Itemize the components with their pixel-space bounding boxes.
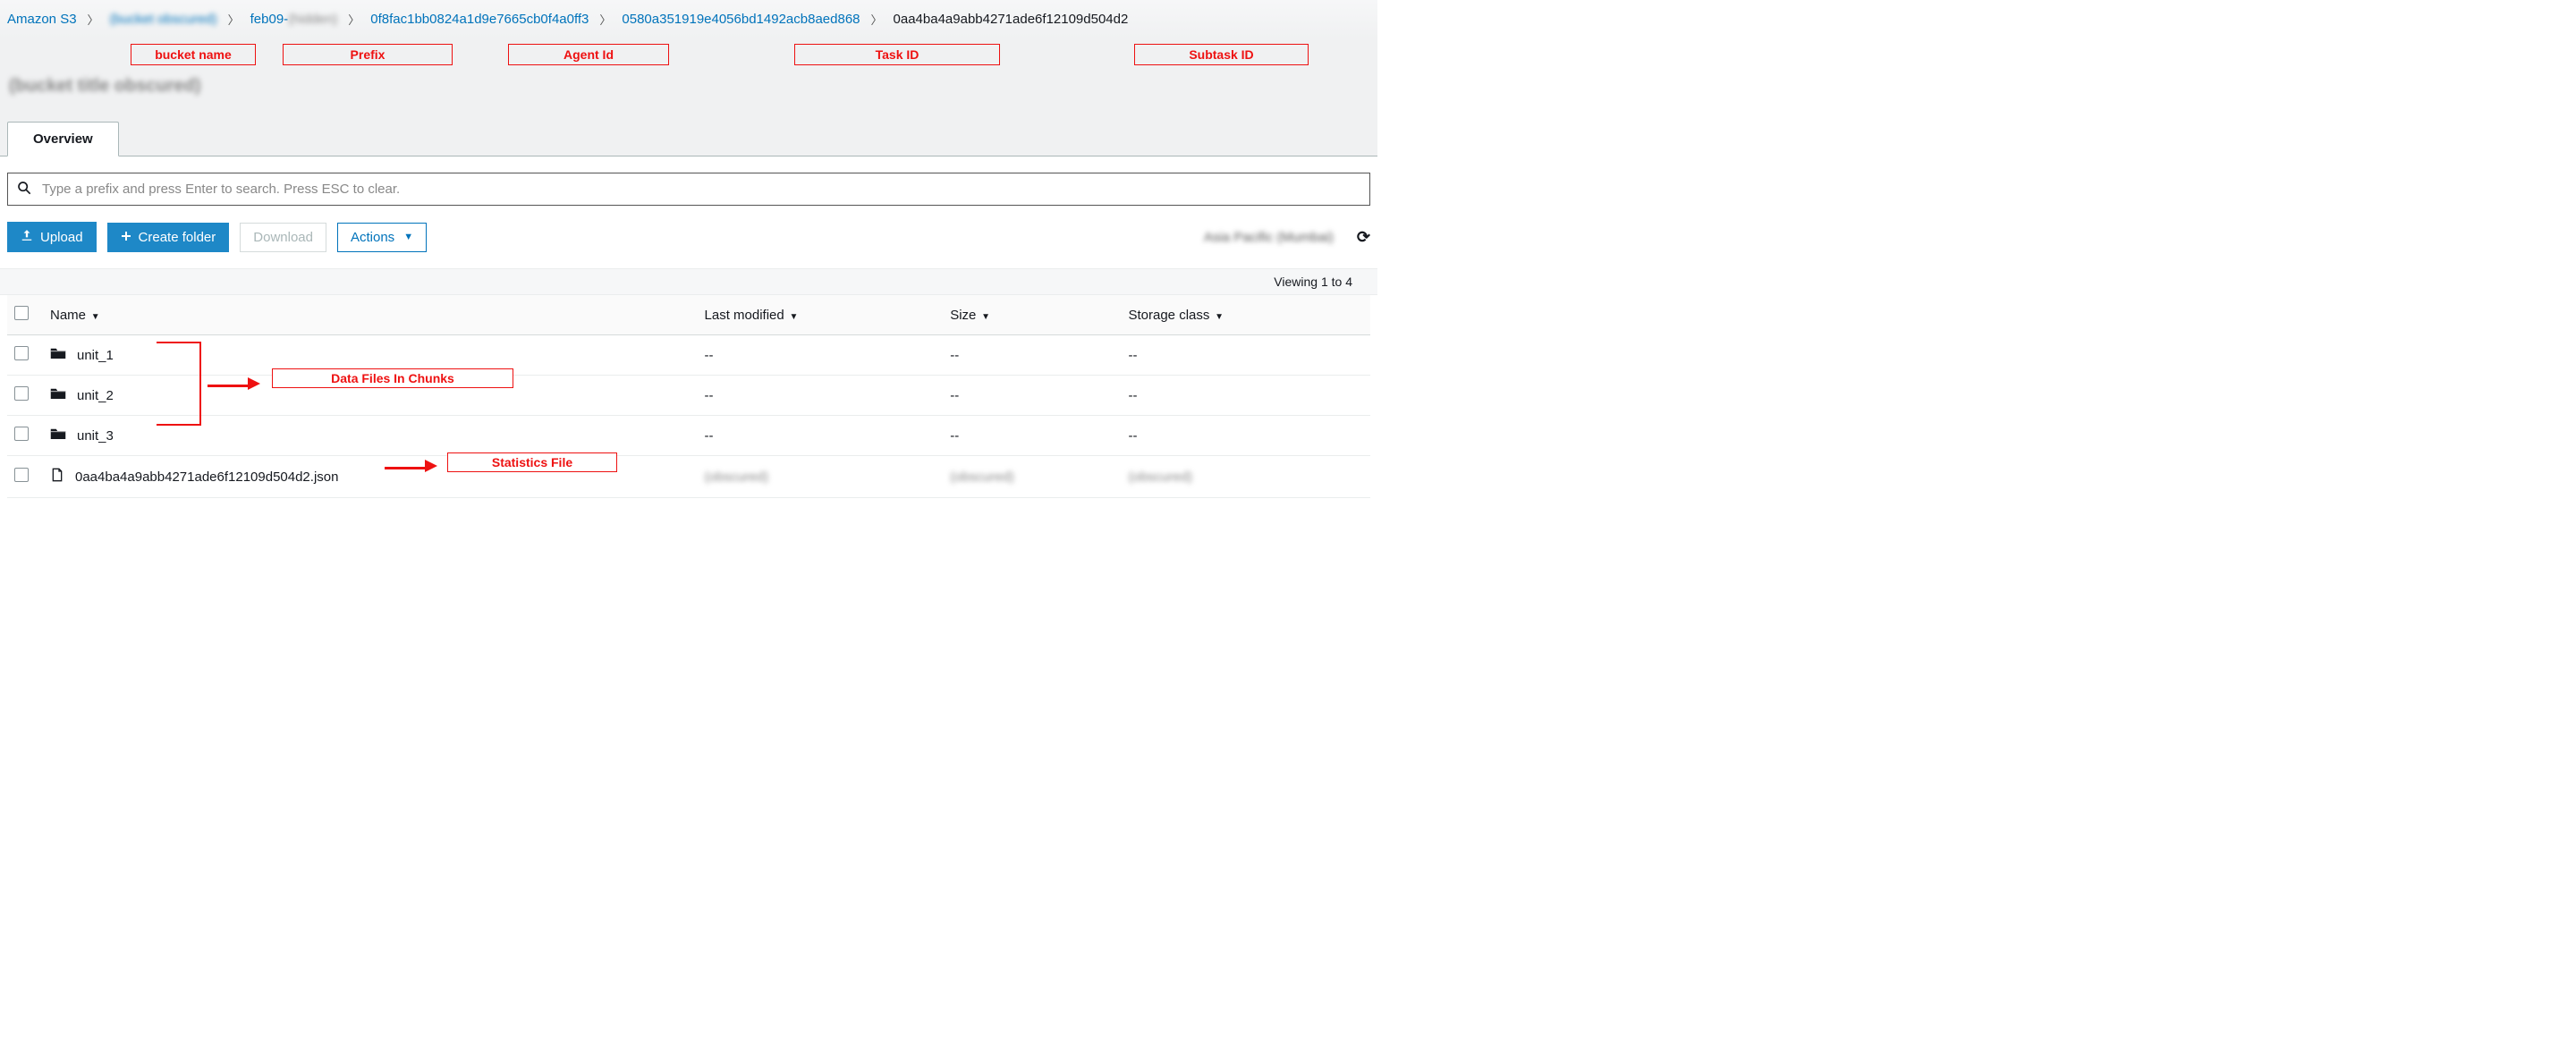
folder-icon <box>50 386 66 404</box>
search-input[interactable] <box>42 182 1360 197</box>
file-icon <box>50 467 64 486</box>
chevron-right-icon: 〉 <box>599 11 611 28</box>
sort-icon: ▼ <box>787 312 799 322</box>
actions-label: Actions <box>351 230 394 245</box>
cell-last-modified: (obscured) <box>698 456 944 498</box>
sort-icon: ▼ <box>1212 312 1224 322</box>
breadcrumb: Amazon S3 〉 (bucket obscured) 〉 feb09-(h… <box>0 0 1377 38</box>
chevron-right-icon: 〉 <box>871 11 883 28</box>
object-name[interactable]: 0aa4ba4a9abb4271ade6f12109d504d2.json <box>75 469 338 485</box>
breadcrumb-prefix[interactable]: feb09-(hidden) <box>250 12 338 27</box>
search-icon <box>17 181 31 198</box>
cell-last-modified: -- <box>698 416 944 456</box>
refresh-icon[interactable]: ⟳ <box>1357 228 1370 247</box>
breadcrumb-bucket[interactable]: (bucket obscured) <box>110 12 217 27</box>
sort-icon: ▼ <box>979 312 990 322</box>
table-row[interactable]: unit_3------ <box>7 416 1370 456</box>
download-button: Download <box>240 223 326 252</box>
annotation-data-chunks: Data Files In Chunks <box>272 368 513 388</box>
upload-icon <box>21 229 33 245</box>
cell-size: -- <box>943 376 1121 416</box>
upload-button[interactable]: Upload <box>7 222 97 252</box>
column-size[interactable]: Size ▼ <box>943 295 1121 335</box>
plus-icon <box>121 230 131 245</box>
cell-storage-class: (obscured) <box>1121 456 1370 498</box>
object-name[interactable]: unit_2 <box>77 388 114 403</box>
table-row[interactable]: unit_1------ <box>7 335 1370 376</box>
row-checkbox[interactable] <box>14 346 29 360</box>
annotation-arrow <box>208 376 260 390</box>
annotation-agent: Agent Id <box>508 44 669 65</box>
chevron-right-icon: 〉 <box>88 11 99 28</box>
region-label: Asia Pacific (Mumbai) <box>1204 230 1334 245</box>
row-checkbox[interactable] <box>14 386 29 401</box>
column-name[interactable]: Name ▼ <box>43 295 698 335</box>
object-name[interactable]: unit_3 <box>77 428 114 444</box>
annotation-arrow <box>385 458 437 472</box>
breadcrumb-subtask-id: 0aa4ba4a9abb4271ade6f12109d504d2 <box>894 12 1129 27</box>
column-storage-class[interactable]: Storage class ▼ <box>1121 295 1370 335</box>
row-checkbox[interactable] <box>14 468 29 482</box>
breadcrumb-prefix-hidden: (hidden) <box>288 12 337 27</box>
chevron-right-icon: 〉 <box>228 11 240 28</box>
cell-storage-class: -- <box>1121 376 1370 416</box>
annotation-task: Task ID <box>794 44 1000 65</box>
toolbar: Upload Create folder Download Actions ▼ … <box>0 222 1377 268</box>
breadcrumb-prefix-visible: feb09- <box>250 12 289 27</box>
cell-size: -- <box>943 416 1121 456</box>
cell-last-modified: -- <box>698 335 944 376</box>
table-row[interactable]: 0aa4ba4a9abb4271ade6f12109d504d2.json (ob… <box>7 456 1370 498</box>
annotation-statistics-file: Statistics File <box>447 452 617 472</box>
chevron-down-icon: ▼ <box>403 232 413 242</box>
annotation-bracket <box>157 342 201 426</box>
upload-label: Upload <box>40 230 83 245</box>
annotation-row: bucket name Prefix Agent Id Task ID Subt… <box>0 38 1377 76</box>
annotation-bucket: bucket name <box>131 44 256 65</box>
breadcrumb-agent-id[interactable]: 0f8fac1bb0824a1d9e7665cb0f4a0ff3 <box>370 12 589 27</box>
actions-button[interactable]: Actions ▼ <box>337 223 427 252</box>
breadcrumb-root[interactable]: Amazon S3 <box>7 12 77 27</box>
annotation-subtask: Subtask ID <box>1134 44 1309 65</box>
object-name[interactable]: unit_1 <box>77 348 114 363</box>
chevron-right-icon: 〉 <box>348 11 360 28</box>
create-folder-label: Create folder <box>139 230 216 245</box>
cell-size: -- <box>943 335 1121 376</box>
folder-icon <box>50 346 66 364</box>
column-last-modified[interactable]: Last modified ▼ <box>698 295 944 335</box>
viewing-count: Viewing 1 to 4 <box>0 268 1377 295</box>
cell-storage-class: -- <box>1121 416 1370 456</box>
select-all-checkbox[interactable] <box>14 306 29 320</box>
sort-icon: ▼ <box>89 312 100 322</box>
breadcrumb-task-id[interactable]: 0580a351919e4056bd1492acb8aed868 <box>622 12 860 27</box>
object-table: Name ▼ Last modified ▼ Size ▼ Storage cl… <box>7 295 1370 498</box>
cell-size: (obscured) <box>943 456 1121 498</box>
tabs: Overview <box>0 122 1377 156</box>
cell-last-modified: -- <box>698 376 944 416</box>
folder-icon <box>50 427 66 444</box>
tab-overview[interactable]: Overview <box>7 122 119 156</box>
search-bar <box>7 173 1370 206</box>
row-checkbox[interactable] <box>14 427 29 441</box>
cell-storage-class: -- <box>1121 335 1370 376</box>
page-title: (bucket title obscured) <box>9 76 200 96</box>
create-folder-button[interactable]: Create folder <box>107 223 230 252</box>
annotation-prefix: Prefix <box>283 44 453 65</box>
